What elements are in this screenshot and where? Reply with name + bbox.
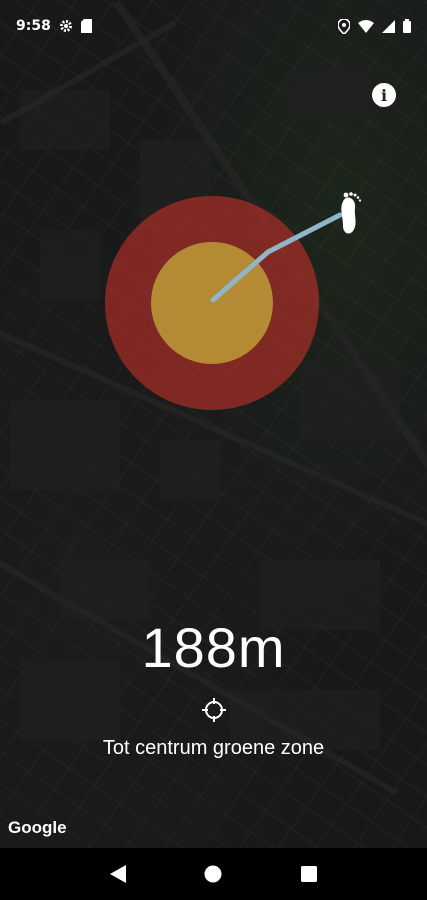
footprint-icon xyxy=(341,192,362,234)
back-icon xyxy=(109,865,126,883)
back-button[interactable] xyxy=(98,854,138,894)
distance-value: 188m xyxy=(141,616,286,679)
recents-button[interactable] xyxy=(289,854,329,894)
home-icon xyxy=(204,865,222,883)
system-nav-bar xyxy=(0,848,427,900)
distance-caption: Tot centrum groene zone xyxy=(102,737,325,759)
google-attribution: Google xyxy=(8,818,67,837)
crosshair-target-icon[interactable] xyxy=(201,697,227,727)
recents-icon xyxy=(301,866,318,882)
home-button[interactable] xyxy=(193,854,233,894)
